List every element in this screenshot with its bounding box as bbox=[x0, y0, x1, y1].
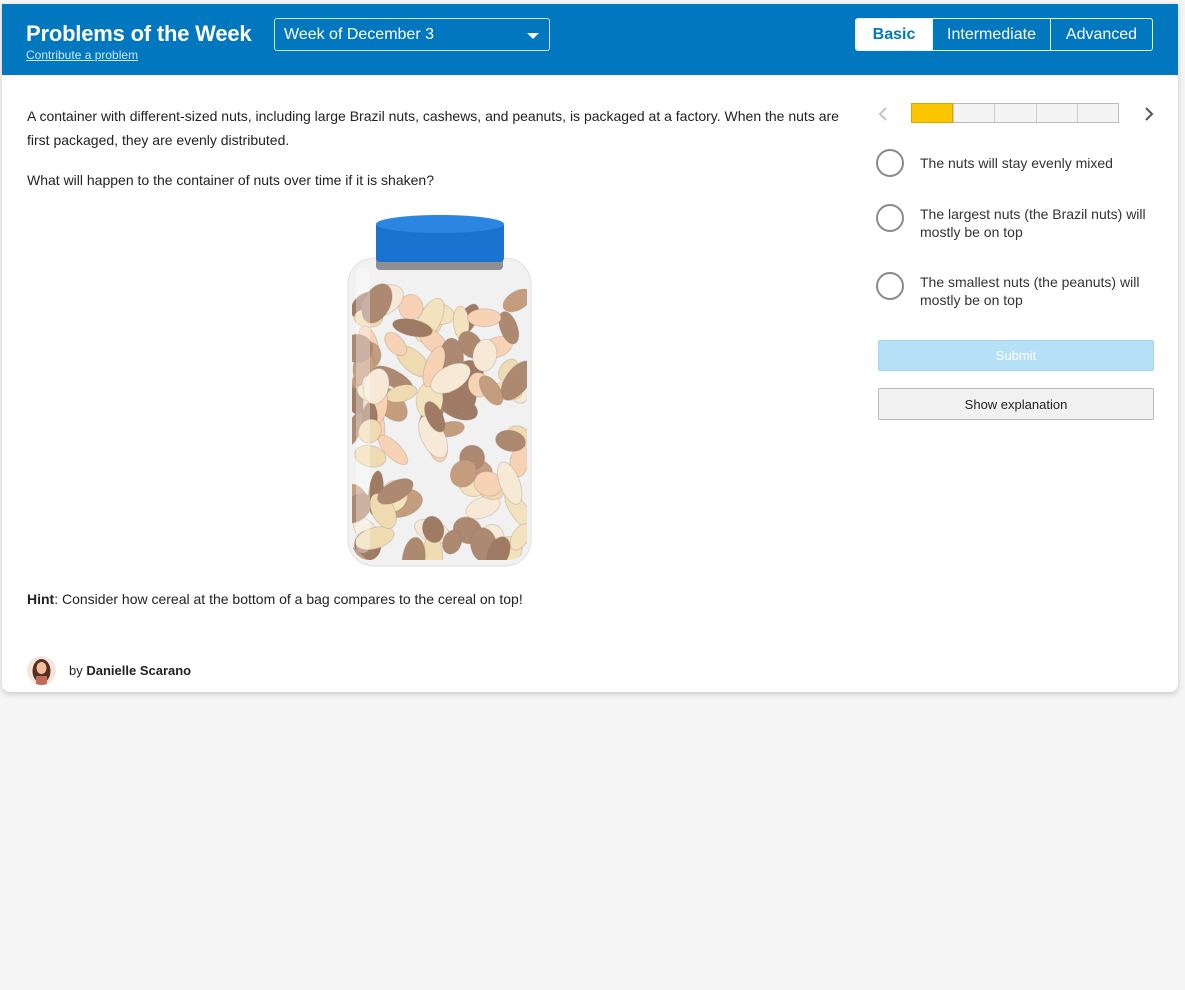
problem-text: A container with different-sized nuts, i… bbox=[27, 108, 839, 148]
radio-button[interactable] bbox=[876, 149, 904, 177]
author-by: by bbox=[69, 663, 83, 678]
nut-jar-illustration bbox=[347, 215, 532, 567]
author-name[interactable]: Danielle Scarano bbox=[86, 663, 191, 678]
radio-button[interactable] bbox=[876, 204, 904, 232]
contribute-link[interactable]: Contribute a problem bbox=[26, 48, 138, 62]
tab-basic[interactable]: Basic bbox=[856, 19, 932, 50]
answer-option-3[interactable]: The smallest nuts (the peanuts) will mos… bbox=[876, 272, 1156, 309]
chevron-left-icon[interactable] bbox=[876, 104, 890, 124]
problem-question: What will happen to the container of nut… bbox=[27, 172, 434, 188]
progress-segment bbox=[911, 103, 954, 123]
week-dropdown[interactable]: Week of December 3 bbox=[274, 18, 550, 51]
progress-segment bbox=[1035, 104, 1077, 122]
week-selected-value: Week of December 3 bbox=[284, 26, 434, 43]
problem-card: Problems of the Week Contribute a proble… bbox=[2, 4, 1178, 692]
option-label: The smallest nuts (the peanuts) will mos… bbox=[920, 274, 1140, 308]
hint-text: Hint: Consider how cereal at the bottom … bbox=[27, 591, 523, 607]
hint-body: : Consider how cereal at the bottom of a… bbox=[54, 591, 523, 607]
tab-intermediate[interactable]: Intermediate bbox=[932, 19, 1050, 50]
option-label: The largest nuts (the Brazil nuts) will … bbox=[920, 206, 1146, 240]
submit-button[interactable]: Submit bbox=[878, 340, 1154, 371]
progress-segment bbox=[953, 104, 994, 122]
page-title: Problems of the Week bbox=[26, 21, 252, 46]
author-credit: by Danielle Scarano bbox=[27, 656, 191, 685]
radio-button[interactable] bbox=[876, 272, 904, 300]
answer-option-2[interactable]: The largest nuts (the Brazil nuts) will … bbox=[876, 204, 1156, 241]
chevron-down-icon bbox=[527, 33, 539, 39]
tab-advanced[interactable]: Advanced bbox=[1050, 19, 1152, 50]
header-bar: Problems of the Week Contribute a proble… bbox=[2, 4, 1178, 75]
progress-segment bbox=[994, 104, 1035, 122]
progress-segment bbox=[1076, 104, 1118, 122]
progress-bar bbox=[911, 103, 1119, 123]
show-explanation-button[interactable]: Show explanation bbox=[878, 388, 1154, 420]
level-tabs: Basic Intermediate Advanced bbox=[855, 18, 1153, 51]
hint-label: Hint bbox=[27, 591, 55, 607]
chevron-right-icon[interactable] bbox=[1142, 104, 1156, 124]
avatar bbox=[27, 656, 56, 685]
option-label: The nuts will stay evenly mixed bbox=[920, 155, 1113, 171]
answer-option-1[interactable]: The nuts will stay evenly mixed bbox=[876, 149, 1156, 177]
